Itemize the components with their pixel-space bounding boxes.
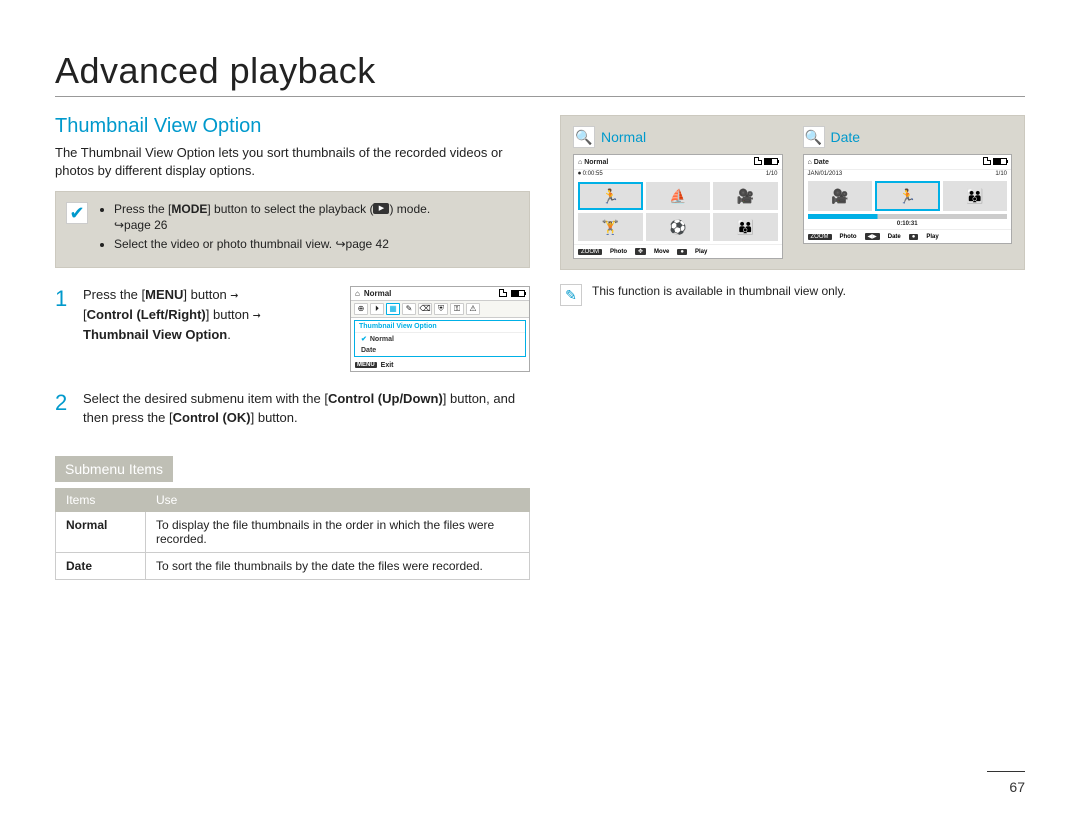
- timeline-time: 0:10:31: [804, 221, 1012, 229]
- right-column: 🔍 Normal ⌂ Normal ⏺ 0:00:55 1/10: [560, 115, 1025, 580]
- table-row: Date To sort the file thumbnails by the …: [56, 552, 530, 579]
- thumbnail: 👪: [943, 181, 1008, 211]
- check-icon: ✔: [66, 202, 88, 224]
- preview-title-date: Date: [831, 129, 861, 145]
- tip-select: Select the video or photo thumbnail view…: [114, 237, 430, 253]
- note-icon: ✎: [560, 284, 582, 306]
- section-title: Thumbnail View Option: [55, 115, 530, 138]
- lcd-toolbar: ⊕⏵▦✎⌫⛨⚿⚠: [351, 301, 529, 318]
- tip-mode: Press the [MODE] button to select the pl…: [114, 202, 430, 233]
- thumbnail: 🎥: [713, 182, 778, 210]
- lcd-normal-screenshot: ⌂ Normal ⏺ 0:00:55 1/10 🏃 ⛵ 🎥 🏋: [573, 154, 783, 259]
- home-icon: ⌂: [355, 289, 360, 298]
- tip-box: ✔ Press the [MODE] button to select the …: [55, 191, 530, 268]
- zoom-chip: ZOOM: [808, 234, 832, 240]
- thumbnail: 🏋: [578, 213, 643, 241]
- preview-panel: 🔍 Normal ⌂ Normal ⏺ 0:00:55 1/10: [560, 115, 1025, 270]
- step-2: 2 Select the desired submenu item with t…: [55, 390, 530, 428]
- date-chip: ◀▶: [865, 233, 880, 240]
- play-chip: ●: [909, 234, 919, 240]
- battery-icon: [764, 158, 778, 165]
- thumbnail: 🎥: [808, 181, 873, 211]
- sd-card-icon: [983, 157, 991, 165]
- thumbnail: ⛵: [646, 182, 711, 210]
- preview-date: 🔍 Date ⌂ Date JAN/01/2013 1/10: [803, 126, 1013, 259]
- sd-card-icon: [499, 289, 507, 297]
- play-chip: ●: [677, 249, 687, 255]
- magnifier-icon: 🔍: [573, 126, 595, 148]
- battery-icon: [511, 290, 525, 297]
- note-text: This function is available in thumbnail …: [592, 284, 846, 298]
- sd-card-icon: [754, 157, 762, 165]
- page-title: Advanced playback: [55, 50, 1025, 97]
- preview-title-normal: Normal: [601, 129, 646, 145]
- menu-chip: MENU: [355, 362, 377, 368]
- step-text: Press the [MENU] button → [Control (Left…: [83, 286, 336, 372]
- submenu-heading: Submenu Items: [55, 456, 173, 482]
- step-1: 1 Press the [MENU] button → [Control (Le…: [55, 286, 530, 372]
- thumbnail: 🏃: [578, 182, 643, 210]
- step-number: 2: [55, 390, 69, 428]
- thumbnail: 👪: [713, 213, 778, 241]
- col-items: Items: [56, 488, 146, 511]
- playback-icon: [373, 203, 389, 214]
- left-column: Thumbnail View Option The Thumbnail View…: [55, 115, 530, 580]
- lcd-date-screenshot: ⌂ Date JAN/01/2013 1/10 🎥 🏃 👪: [803, 154, 1013, 244]
- zoom-chip: ZOOM: [578, 249, 602, 255]
- step-number: 1: [55, 286, 69, 372]
- thumbnail: 🏃: [875, 181, 940, 211]
- lcd-mode-label: Normal: [364, 289, 392, 298]
- submenu-table: Items Use Normal To display the file thu…: [55, 488, 530, 580]
- battery-icon: [993, 158, 1007, 165]
- thumbnail: ⚽: [646, 213, 711, 241]
- preview-normal: 🔍 Normal ⌂ Normal ⏺ 0:00:55 1/10: [573, 126, 783, 259]
- col-use: Use: [146, 488, 530, 511]
- step-text: Select the desired submenu item with the…: [83, 390, 530, 428]
- timeline-bar: [808, 214, 1008, 219]
- move-chip: ✥: [635, 248, 646, 255]
- lcd-menu-screenshot: ⌂ Normal ⊕⏵▦✎⌫⛨⚿⚠ Thumbnail View Option …: [350, 286, 530, 372]
- lcd-dropdown: Thumbnail View Option Normal Date: [354, 320, 526, 357]
- note: ✎ This function is available in thumbnai…: [560, 284, 1025, 306]
- page-number: 67: [1009, 775, 1025, 795]
- table-row: Normal To display the file thumbnails in…: [56, 511, 530, 552]
- magnifier-icon: 🔍: [803, 126, 825, 148]
- section-intro: The Thumbnail View Option lets you sort …: [55, 144, 530, 179]
